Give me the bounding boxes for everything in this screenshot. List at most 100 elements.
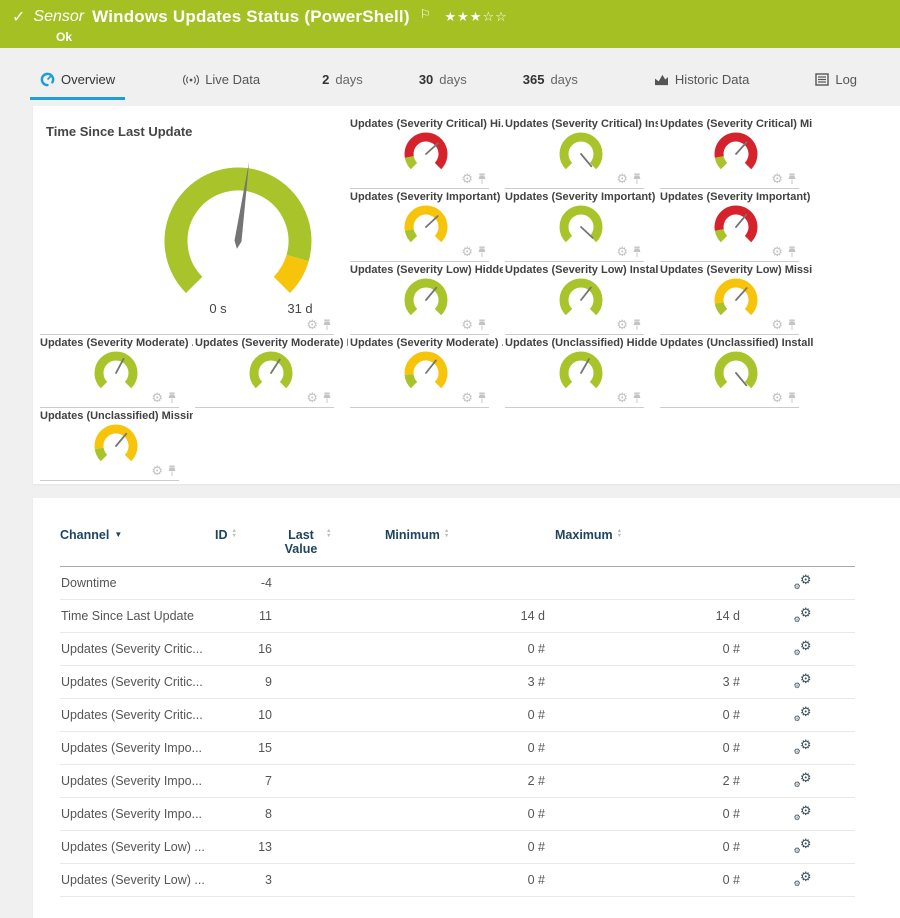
main-gauge-cell[interactable]: Time Since Last Update 0 s31 d ⚙ (38, 116, 348, 335)
channel-name[interactable]: Updates (Severity Critic... (60, 699, 215, 732)
gear-icon[interactable]: ⚙ (771, 391, 783, 404)
pin-icon[interactable] (787, 319, 797, 331)
gear-icon[interactable]: ⚙ (461, 318, 473, 331)
channel-gauge-title: Updates (Unclassified) Missing (38, 410, 193, 422)
channel-settings-icon[interactable]: ⚙⚙ (794, 772, 812, 788)
gear-icon[interactable]: ⚙ (461, 172, 473, 185)
pin-icon[interactable] (632, 246, 642, 258)
channel-name[interactable]: Updates (Severity Impo... (60, 732, 215, 765)
channel-gauge-cell[interactable]: Updates (Severity Low) Missi... ⚙ (658, 262, 813, 335)
gear-icon[interactable]: ⚙ (771, 318, 783, 331)
gear-icon[interactable]: ⚙ (151, 464, 163, 477)
table-row[interactable]: Updates (Severity Impo... 15 0 # 0 # ⚙⚙ (60, 732, 855, 765)
channel-name[interactable]: Updates (Severity Impo... (60, 798, 215, 831)
table-row[interactable]: Updates (Severity Impo... 8 0 # 0 # ⚙⚙ (60, 798, 855, 831)
channel-settings-icon[interactable]: ⚙⚙ (794, 607, 812, 623)
pin-icon[interactable] (477, 246, 487, 258)
channel-name[interactable]: Updates (Severity Low) ... (60, 831, 215, 864)
channel-settings-icon[interactable]: ⚙⚙ (794, 673, 812, 689)
channel-settings-icon[interactable]: ⚙⚙ (794, 838, 812, 854)
channel-gauge-cell[interactable]: Updates (Severity Moderate) I... ⚙ (193, 335, 348, 408)
channel-settings-icon[interactable]: ⚙⚙ (794, 640, 812, 656)
channel-settings-icon[interactable]: ⚙⚙ (794, 739, 812, 755)
table-row[interactable]: Time Since Last Update 11 14 d 14 d ⚙⚙ (60, 600, 855, 633)
gear-icon[interactable]: ⚙ (461, 391, 473, 404)
pin-icon[interactable] (787, 173, 797, 185)
column-header-last-value[interactable]: Last Value▲▼ (280, 524, 385, 567)
pin-icon[interactable] (632, 173, 642, 185)
table-row[interactable]: Updates (Severity Critic... 10 0 # 0 # ⚙… (60, 699, 855, 732)
tab-historic-data[interactable]: Historic Data (644, 72, 759, 100)
column-header-channel[interactable]: Channel▼ (60, 524, 215, 567)
channel-name[interactable]: Time Since Last Update (60, 600, 215, 633)
gear-icon[interactable]: ⚙ (616, 172, 628, 185)
channel-settings-icon[interactable]: ⚙⚙ (794, 805, 812, 821)
priority-stars[interactable]: ★★★☆☆ (444, 9, 507, 25)
channel-gauge-cell[interactable]: Updates (Severity Important) ... ⚙ (658, 189, 813, 262)
channel-settings-icon[interactable]: ⚙⚙ (794, 706, 812, 722)
tab-log[interactable]: Log (805, 72, 867, 100)
pin-icon[interactable] (477, 173, 487, 185)
pin-icon[interactable] (787, 246, 797, 258)
pin-icon[interactable] (632, 392, 642, 404)
status-badge: Ok (56, 30, 890, 44)
gear-icon[interactable]: ⚙ (616, 318, 628, 331)
gear-icon[interactable]: ⚙ (771, 245, 783, 258)
pin-icon[interactable] (477, 392, 487, 404)
channel-name[interactable]: Updates (Severity Critic... (60, 633, 215, 666)
tab-365-days[interactable]: 365 days (513, 72, 588, 100)
gear-icon[interactable]: ⚙ (151, 391, 163, 404)
channel-name[interactable]: Updates (Severity Impo... (60, 765, 215, 798)
tab-overview[interactable]: Overview (30, 72, 125, 100)
gear-icon[interactable]: ⚙ (306, 318, 318, 331)
channel-table-panel: Channel▼ ID▲▼ Last Value▲▼ Minimum▲▼ Max… (33, 498, 900, 918)
tab-30-days[interactable]: 30 days (409, 72, 477, 100)
table-row[interactable]: Downtime -4 ⚙⚙ (60, 567, 855, 600)
channel-gauge-cell[interactable]: Updates (Severity Critical) Mi... ⚙ (658, 116, 813, 189)
channel-gauge-cell[interactable]: Updates (Severity Critical) Hi... ⚙ (348, 116, 503, 189)
gear-icon[interactable]: ⚙ (306, 391, 318, 404)
pin-icon[interactable] (167, 465, 177, 477)
table-row[interactable]: Updates (Severity Impo... 7 2 # 2 # ⚙⚙ (60, 765, 855, 798)
channel-settings-icon[interactable]: ⚙⚙ (794, 574, 812, 590)
channel-gauge-cell[interactable]: Updates (Severity Moderate) ... ⚙ (348, 335, 503, 408)
column-header-minimum[interactable]: Minimum▲▼ (385, 524, 555, 567)
channel-gauge-cell[interactable]: Updates (Severity Moderate) ... ⚙ (38, 335, 193, 408)
pin-icon[interactable] (477, 319, 487, 331)
gear-icon[interactable]: ⚙ (771, 172, 783, 185)
column-header-maximum[interactable]: Maximum▲▼ (555, 524, 750, 567)
flag-icon[interactable]: ⚐ (420, 7, 431, 21)
gear-icon[interactable]: ⚙ (616, 245, 628, 258)
channel-gauge-cell[interactable]: Updates (Unclassified) Hidden ⚙ (503, 335, 658, 408)
channel-name[interactable]: Updates (Severity Low) ... (60, 864, 215, 897)
channel-settings-icon[interactable]: ⚙⚙ (794, 871, 812, 887)
pin-icon[interactable] (322, 392, 332, 404)
channel-last-value (280, 831, 385, 864)
channel-maximum: 0 # (555, 633, 750, 666)
table-row[interactable]: Updates (Severity Low) ... 3 0 # 0 # ⚙⚙ (60, 864, 855, 897)
pin-icon[interactable] (322, 319, 332, 331)
channel-gauge (238, 350, 304, 398)
gear-icon[interactable]: ⚙ (616, 391, 628, 404)
table-row[interactable]: Updates (Severity Low) ... 13 0 # 0 # ⚙⚙ (60, 831, 855, 864)
channel-gauge (393, 131, 459, 179)
channel-gauge-cell[interactable]: Updates (Severity Critical) Ins... ⚙ (503, 116, 658, 189)
tab-2-days[interactable]: 2 days (312, 72, 373, 100)
channel-name[interactable]: Updates (Severity Critic... (60, 666, 215, 699)
table-row[interactable]: Updates (Severity Critic... 9 3 # 3 # ⚙⚙ (60, 666, 855, 699)
channel-gauge-cell[interactable]: Updates (Severity Low) Hidden ⚙ (348, 262, 503, 335)
column-header-id[interactable]: ID▲▼ (215, 524, 280, 567)
channel-gauge-cell[interactable]: Updates (Severity Low) Install... ⚙ (503, 262, 658, 335)
pin-icon[interactable] (787, 392, 797, 404)
gear-icon[interactable]: ⚙ (461, 245, 473, 258)
tab-live-data[interactable]: Live Data (173, 72, 270, 100)
pin-icon[interactable] (632, 319, 642, 331)
tab-log-label: Log (835, 72, 857, 87)
table-row[interactable]: Updates (Severity Critic... 16 0 # 0 # ⚙… (60, 633, 855, 666)
channel-gauge-cell[interactable]: Updates (Unclassified) Install... ⚙ (658, 335, 813, 408)
channel-gauge-cell[interactable]: Updates (Severity Important) ... ⚙ (503, 189, 658, 262)
channel-name[interactable]: Downtime (60, 567, 215, 600)
channel-gauge-cell[interactable]: Updates (Severity Important) ... ⚙ (348, 189, 503, 262)
channel-gauge-cell[interactable]: Updates (Unclassified) Missing ⚙ (38, 408, 193, 481)
pin-icon[interactable] (167, 392, 177, 404)
